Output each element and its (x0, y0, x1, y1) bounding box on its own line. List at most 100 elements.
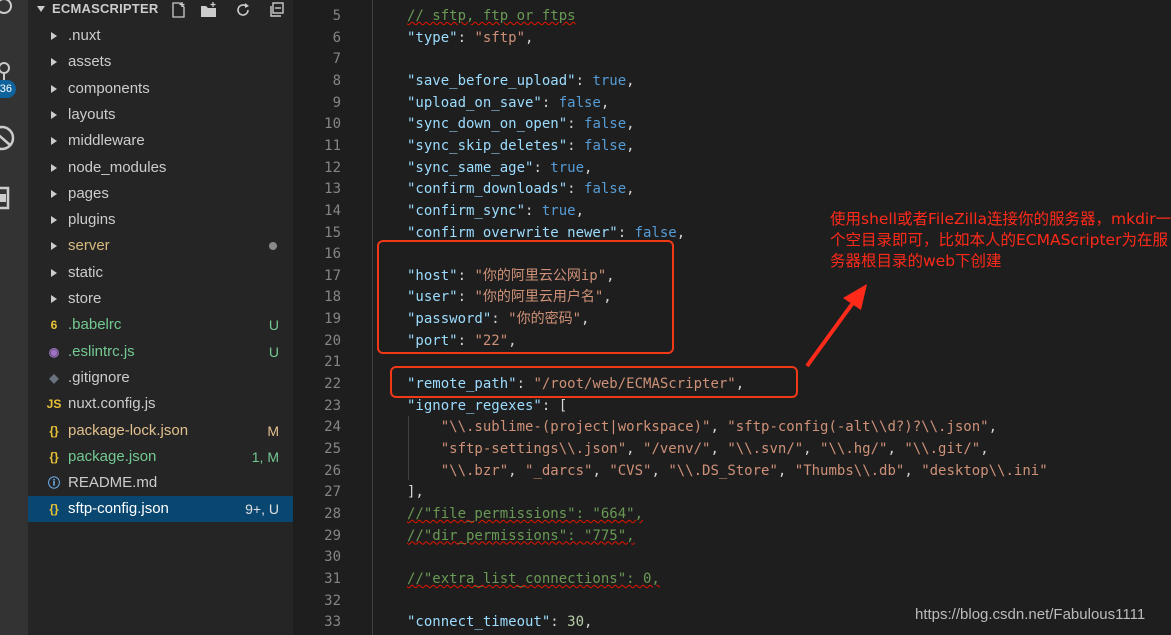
code-token: , (887, 441, 905, 457)
code-line: 6 "type": "sftp", (293, 28, 1171, 50)
tree-item[interactable]: ◉ .eslintrc.js U (28, 339, 293, 365)
collapse-all-icon[interactable] (268, 1, 286, 19)
code-token: , (600, 94, 610, 111)
refresh-icon[interactable] (234, 1, 252, 19)
tree-item-label: .gitignore (68, 368, 130, 386)
code-token: "sync_same_age" (407, 159, 534, 176)
code-text: "type": "sftp", (407, 28, 533, 50)
code-token: false (584, 116, 627, 133)
code-token: true (550, 159, 585, 176)
line-number: 13 (324, 181, 341, 198)
tree-item[interactable]: {} sftp-config.json 9+, U (28, 496, 293, 523)
code-token: , (626, 181, 635, 198)
line-number: 24 (324, 419, 341, 436)
code-token: "sync_skip_deletes" (407, 137, 568, 154)
new-folder-icon[interactable] (200, 1, 218, 19)
code-token: true (592, 72, 627, 89)
tree-item[interactable]: node_modules (28, 155, 293, 181)
code-line: 7 (293, 49, 1171, 71)
highlight-box-credentials (377, 240, 674, 354)
code-text: "sftp-settings\\.json", "/venv/", "\\.sv… (407, 439, 989, 461)
code-token: 30 (567, 614, 585, 631)
modified-dot-icon (269, 242, 277, 251)
eslint-file-icon: ◉ (48, 344, 60, 359)
code-token: "\\.hg/" (820, 441, 888, 457)
code-line: 10 "sync_down_on_open": false, (293, 114, 1171, 136)
code-line: 30 (293, 547, 1171, 569)
code-token: , (904, 462, 922, 479)
tree-item[interactable]: {} package.json 1, M (28, 444, 293, 470)
annotation-arrow-icon (805, 284, 867, 368)
tree-item[interactable]: ◆ .gitignore (28, 365, 293, 391)
highlight-box-remote-path (390, 366, 798, 398)
chevron-right-icon (51, 110, 57, 119)
code-token: "/venv/" (643, 441, 711, 457)
code-token: , (584, 159, 593, 176)
explorer-icon[interactable] (0, 0, 28, 30)
code-token: "sync_down_on_open" (407, 116, 568, 133)
tree-item[interactable]: server (28, 233, 293, 259)
code-token: "\\.bzr" (440, 462, 509, 479)
tree-item-label: sftp-config.json (68, 500, 169, 518)
new-file-icon[interactable] (170, 1, 188, 19)
tree-item[interactable]: 6 .babelrc U (28, 312, 293, 338)
git-status-badge: M (267, 422, 279, 439)
code-token: //"file_permissions": "664", (407, 505, 644, 522)
code-token: "ignore_regexes" (407, 397, 542, 414)
json-file-icon: {} (49, 502, 59, 517)
line-number: 23 (324, 397, 341, 414)
code-line: 13 "confirm_downloads": false, (293, 179, 1171, 201)
line-number: 15 (324, 224, 341, 241)
line-number: 10 (324, 116, 341, 133)
code-text: // sftp, ftp or ftps (407, 6, 576, 28)
git-status-badge: U (268, 343, 279, 360)
tree-item[interactable]: store (28, 286, 293, 312)
tree-item[interactable]: {} package-lock.json M (28, 418, 293, 444)
code-token: , (777, 462, 795, 479)
code-token: "CVS" (609, 462, 652, 479)
tree-item[interactable]: layouts (28, 102, 293, 128)
code-token: "\\.sublime-(project|workspace)" (440, 419, 711, 436)
line-number: 12 (324, 159, 341, 176)
collapse-caret-icon[interactable] (36, 4, 46, 14)
code-text: "save_before_upload": true, (407, 71, 635, 93)
code-line: 5 // sftp, ftp or ftps (293, 6, 1171, 28)
code-token: , (710, 441, 728, 457)
code-token: "sftp-config(-alt\\d?)?\\.json" (727, 419, 989, 436)
chevron-right-icon (51, 58, 57, 67)
code-token: true (541, 202, 576, 219)
code-editor[interactable]: 5 // sftp, ftp or ftps 6 "type": "sftp", 7 8 "… (293, 0, 1171, 635)
annotation-text: 使用shell或者FileZilla连接你的服务器，mkdir一个空目录即可，比… (830, 210, 1171, 270)
tree-item[interactable]: components (28, 76, 293, 102)
chevron-right-icon (51, 84, 57, 93)
tree-item[interactable]: ⓘ README.md (28, 470, 293, 496)
tree-item[interactable]: .nuxt (28, 23, 293, 49)
code-line: 24 "\\.sublime-(project|workspace)", "sf… (293, 417, 1171, 439)
extensions-icon[interactable] (0, 182, 28, 212)
tree-item-label: package.json (68, 447, 157, 465)
code-token: false (584, 181, 627, 198)
tree-item-label: .babelrc (68, 316, 122, 334)
folder-title[interactable]: ECMASCRIPTER (52, 1, 158, 16)
tree-item-label: README.md (68, 474, 158, 492)
code-token: "connect_timeout" (407, 614, 551, 631)
code-token: "sftp-settings\\.json" (440, 441, 627, 457)
tree-item[interactable]: assets (28, 49, 293, 75)
tree-item-label: layouts (68, 105, 116, 123)
code-line: 8 "save_before_upload": true, (293, 71, 1171, 93)
line-number: 27 (324, 484, 341, 501)
line-number: 6 (332, 29, 341, 46)
code-token: , (525, 29, 534, 46)
chevron-right-icon (51, 268, 57, 277)
tree-item[interactable]: plugins (28, 207, 293, 233)
code-text: "\\.bzr", "_darcs", "CVS", "\\.DS_Store"… (407, 461, 1048, 483)
tree-item-label: store (68, 290, 102, 307)
tree-item[interactable]: middleware (28, 128, 293, 154)
debug-icon[interactable] (0, 122, 28, 152)
tree-item[interactable]: static (28, 260, 293, 286)
tree-item[interactable]: JS nuxt.config.js (28, 391, 293, 417)
tree-item-label: .nuxt (68, 27, 101, 44)
tree-item-label: pages (68, 184, 109, 202)
tree-item[interactable]: pages (28, 181, 293, 207)
